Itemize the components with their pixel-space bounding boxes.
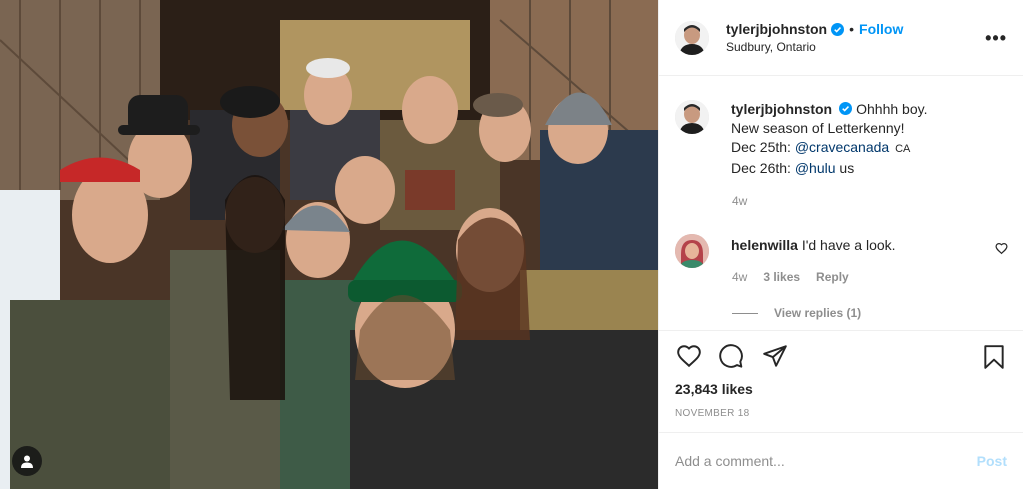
header-line: tylerjbjohnston • Follow xyxy=(726,21,903,37)
caption-line-4-prefix: Dec 26th: xyxy=(731,160,791,176)
mention-link-cravecanada[interactable]: @cravecanada xyxy=(795,139,889,155)
comments-section: tylerjbjohnston Ohhhh boy. New season of… xyxy=(659,76,1023,330)
post-actions: 23,843 likes NOVEMBER 18 xyxy=(659,330,1023,432)
tagged-users-button[interactable] xyxy=(12,446,42,476)
avatar[interactable] xyxy=(675,100,709,134)
heart-icon[interactable] xyxy=(675,343,703,369)
post-photo[interactable] xyxy=(0,0,658,489)
post-date[interactable]: NOVEMBER 18 xyxy=(675,408,749,419)
separator-dot: • xyxy=(849,21,855,37)
caption-username[interactable]: tylerjbjohnston xyxy=(731,101,832,117)
avatar[interactable] xyxy=(675,234,709,268)
post-header: tylerjbjohnston • Follow Sudbury, Ontari… xyxy=(659,0,1023,76)
likes-count[interactable]: 23,843 likes xyxy=(675,381,753,397)
comment-timestamp[interactable]: 4w xyxy=(732,270,747,284)
profile-photo xyxy=(675,100,709,134)
comment-likes-count[interactable]: 3 likes xyxy=(763,270,800,284)
comment-meta: 4w 3 likes Reply xyxy=(732,270,849,284)
post-side-panel: tylerjbjohnston • Follow Sudbury, Ontari… xyxy=(658,0,1023,489)
reply-button[interactable]: Reply xyxy=(816,270,849,284)
avatar[interactable] xyxy=(675,20,709,55)
add-comment-bar: Add a comment... Post xyxy=(659,432,1023,489)
follow-button[interactable]: Follow xyxy=(859,21,903,37)
caption: tylerjbjohnston Ohhhh boy. New season of… xyxy=(675,100,991,178)
location-link[interactable]: Sudbury, Ontario xyxy=(726,40,903,54)
caption-line-4-suffix: us xyxy=(839,160,855,176)
post-comment-button[interactable]: Post xyxy=(977,453,1007,469)
action-icons-row xyxy=(675,343,1007,371)
header-text: tylerjbjohnston • Follow Sudbury, Ontari… xyxy=(726,21,903,54)
comment-username[interactable]: helenwilla xyxy=(731,237,798,253)
comment-input[interactable]: Add a comment... xyxy=(675,453,785,469)
verified-badge-icon xyxy=(839,102,853,115)
user-tag-icon xyxy=(21,455,33,468)
username-link[interactable]: tylerjbjohnston xyxy=(726,21,827,37)
verified-badge-icon xyxy=(831,22,845,36)
group-selfie-image xyxy=(0,0,658,489)
mention-link-hulu[interactable]: @hulu xyxy=(795,160,836,176)
view-replies-button[interactable]: View replies (1) xyxy=(732,306,861,320)
comment-bubble-icon[interactable] xyxy=(717,343,745,369)
caption-text: tylerjbjohnston Ohhhh boy. New season of… xyxy=(731,100,991,178)
comment-text: helenwilla I'd have a look. xyxy=(731,237,896,268)
comment-item: helenwilla I'd have a look. xyxy=(675,234,1008,268)
profile-photo xyxy=(675,234,709,268)
replies-divider-line xyxy=(732,312,758,314)
instagram-post-modal: tylerjbjohnston • Follow Sudbury, Ontari… xyxy=(0,0,1023,489)
more-options-icon[interactable]: ••• xyxy=(985,28,1007,49)
bookmark-icon[interactable] xyxy=(981,343,1007,371)
view-replies-label: View replies (1) xyxy=(774,306,862,320)
paper-plane-icon[interactable] xyxy=(761,343,789,369)
caption-line-2: New season of Letterkenny! xyxy=(731,120,905,136)
caption-line-1: Ohhhh boy. xyxy=(856,101,928,117)
caption-line-3-suffix: CA xyxy=(895,143,911,155)
caption-line-3-prefix: Dec 25th: xyxy=(731,139,791,155)
profile-photo xyxy=(675,20,709,55)
comment-body: I'd have a look. xyxy=(801,237,896,253)
comment-like-heart-icon[interactable] xyxy=(995,242,1008,255)
caption-timestamp[interactable]: 4w xyxy=(732,194,747,208)
